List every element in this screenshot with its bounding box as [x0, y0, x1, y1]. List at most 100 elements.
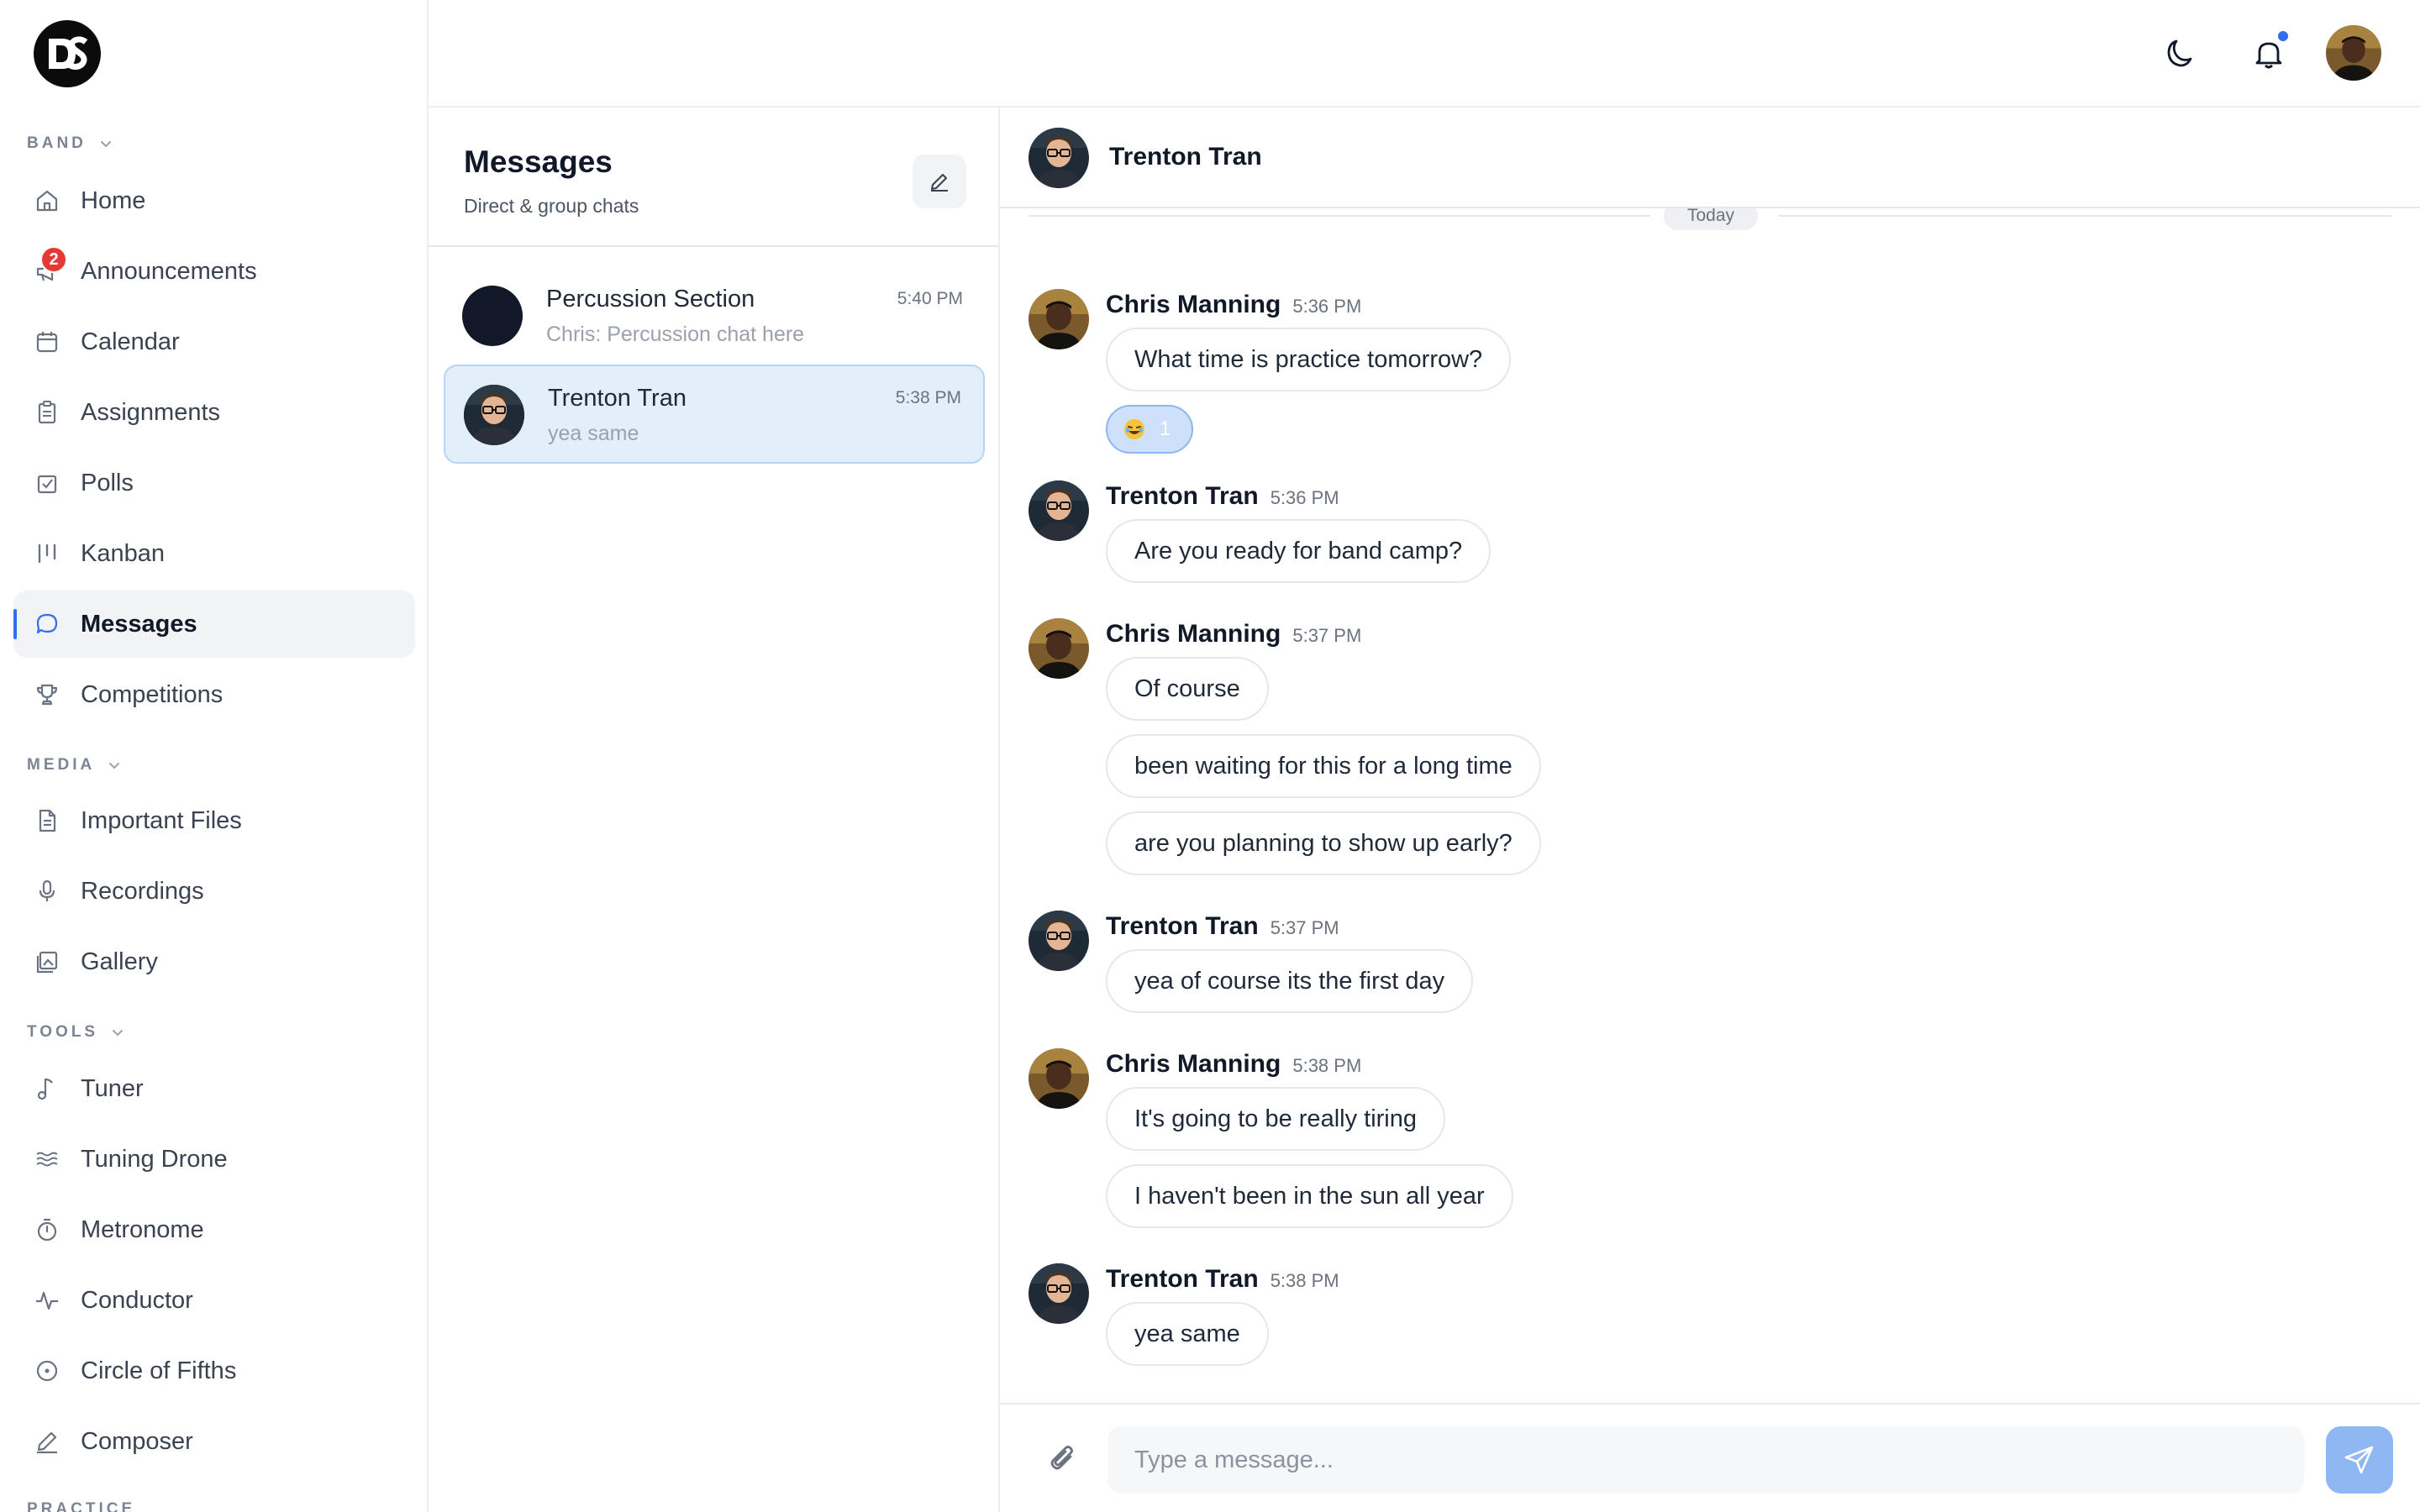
sidebar-item-competitions[interactable]: Competitions — [13, 661, 415, 728]
sidebar-item-assignments[interactable]: Assignments — [13, 379, 415, 446]
sidebar-item-label: Messages — [81, 610, 197, 638]
sidebar-item-tuner[interactable]: Tuner — [13, 1055, 415, 1122]
avatar — [1028, 289, 1089, 349]
sidebar-item-label: Home — [81, 186, 146, 214]
conversation-list: Messages Direct & group chats Percussion… — [429, 108, 1000, 1512]
sidebar-item-tuning-drone[interactable]: Tuning Drone — [13, 1126, 415, 1193]
sidebar-item-circle-of-fifths[interactable]: Circle of Fifths — [13, 1337, 415, 1404]
message-bubble[interactable]: yea same — [1106, 1302, 1269, 1366]
conversation-item-trenton-tran[interactable]: Trenton Tran yea same 5:38 PM — [444, 365, 985, 464]
chat-panel: Today Chris Manning 5:36 PM What time is … — [1000, 108, 2420, 1512]
sidebar-item-label: Important Files — [81, 806, 242, 834]
avatar — [1028, 1048, 1089, 1109]
message-bubble[interactable]: Of course — [1106, 657, 1269, 721]
sidebar-item-label: Recordings — [81, 877, 204, 905]
chat-bubble-icon — [36, 613, 58, 634]
moon-icon[interactable] — [2161, 34, 2202, 74]
conversation-name: Percussion Section — [546, 286, 755, 312]
contact-avatar[interactable] — [1028, 128, 1089, 188]
message-author: Trenton Tran 5:37 PM — [1106, 912, 1339, 941]
sidebar-item-label: Composer — [81, 1427, 193, 1455]
section-label-band[interactable]: BAND — [27, 134, 113, 153]
calendar-icon — [36, 332, 58, 353]
chat-header: Trenton Tran — [1000, 108, 2420, 208]
message-time: 5:37 PM — [1270, 917, 1339, 938]
app-logo[interactable] — [34, 20, 101, 87]
message-author: Trenton Tran 5:38 PM — [1106, 1265, 1339, 1294]
sidebar-item-label: Gallery — [81, 948, 158, 975]
conversation-preview: Chris: Percussion chat here — [546, 323, 805, 346]
paperclip-icon[interactable] — [1044, 1440, 1084, 1480]
message-author: Chris Manning 5:38 PM — [1106, 1050, 1361, 1079]
trophy-icon — [36, 684, 58, 706]
conversation-list-header: Messages Direct & group chats — [429, 108, 998, 247]
message-bubble[interactable]: are you planning to show up early? — [1106, 811, 1541, 875]
message-bubble[interactable]: been waiting for this for a long time — [1106, 734, 1541, 798]
sidebar-item-messages[interactable]: Messages — [13, 591, 415, 658]
sidebar-item-announcements[interactable]: 2 Announcements — [13, 238, 415, 305]
sidebar-item-label: Competitions — [81, 680, 224, 708]
sidebar-item-composer[interactable]: Composer — [13, 1408, 415, 1475]
conversation-item-percussion-section[interactable]: Percussion Section Chris: Percussion cha… — [444, 267, 985, 366]
section-label-text: BAND — [27, 134, 87, 152]
section-label-text: PRACTICE — [27, 1500, 136, 1512]
edit-icon — [931, 174, 948, 192]
conversation-time: 5:38 PM — [895, 388, 961, 407]
message-input[interactable] — [1107, 1426, 2304, 1494]
reaction-count: 1 — [1160, 417, 1171, 440]
message-bubble[interactable]: Are you ready for band camp? — [1106, 519, 1491, 583]
home-icon — [36, 190, 58, 212]
sidebar-item-metronome[interactable]: Metronome — [13, 1196, 415, 1263]
send-button[interactable] — [2326, 1426, 2393, 1494]
sidebar-item-important-files[interactable]: Important Files — [13, 787, 415, 854]
kanban-icon — [38, 543, 56, 564]
conversation-preview: yea same — [548, 422, 639, 445]
new-message-button[interactable] — [913, 155, 966, 208]
message-bubble[interactable]: What time is practice tomorrow? — [1106, 328, 1512, 391]
author-name: Trenton Tran — [1106, 482, 1259, 510]
message-author: Chris Manning 5:36 PM — [1106, 291, 1361, 319]
message-bubble[interactable]: It's going to be really tiring — [1106, 1087, 1445, 1151]
sidebar-item-kanban[interactable]: Kanban — [13, 520, 415, 587]
sidebar-item-conductor[interactable]: Conductor — [13, 1267, 415, 1334]
message-bubble[interactable]: yea of course its the first day — [1106, 949, 1474, 1013]
avatar — [1028, 1263, 1089, 1324]
message-time: 5:38 PM — [1270, 1270, 1339, 1291]
section-label-tools[interactable]: TOOLS — [27, 1023, 125, 1042]
user-avatar[interactable] — [2326, 25, 2381, 81]
message-composer — [1000, 1403, 2420, 1512]
sidebar-item-recordings[interactable]: Recordings — [13, 858, 415, 925]
section-label-text: MEDIA — [27, 756, 96, 774]
message-time: 5:38 PM — [1292, 1055, 1362, 1076]
waves-icon — [36, 1152, 58, 1167]
author-name: Chris Manning — [1106, 1050, 1281, 1078]
sidebar-item-calendar[interactable]: Calendar — [13, 308, 415, 375]
author-name: Trenton Tran — [1106, 912, 1259, 940]
microphone-icon — [39, 879, 55, 901]
sidebar-item-label: Announcements — [81, 257, 257, 285]
sidebar-item-home[interactable]: Home — [13, 167, 415, 234]
sidebar-item-label: Tuning Drone — [81, 1145, 228, 1173]
sidebar-item-label: Circle of Fifths — [81, 1357, 237, 1384]
sidebar-item-label: Assignments — [81, 398, 221, 426]
sidebar-item-gallery[interactable]: Gallery — [13, 928, 415, 995]
timer-icon — [37, 1218, 57, 1242]
section-label-practice[interactable]: PRACTICE — [27, 1500, 135, 1512]
section-label-media[interactable]: MEDIA — [27, 756, 122, 774]
message-bubble[interactable]: I haven't been in the sun all year — [1106, 1164, 1513, 1228]
document-icon — [39, 809, 56, 832]
notification-dot — [2275, 29, 2291, 44]
group-avatar — [462, 286, 523, 346]
notification-badge: 2 — [40, 246, 67, 273]
sidebar-item-label: Conductor — [81, 1286, 193, 1314]
author-name: Chris Manning — [1106, 620, 1281, 648]
sidebar-item-polls[interactable]: Polls — [13, 449, 415, 517]
author-name: Trenton Tran — [1106, 1265, 1259, 1293]
contact-name[interactable]: Trenton Tran — [1109, 143, 1262, 171]
sidebar-item-label: Kanban — [81, 539, 165, 567]
conversation-time: 5:40 PM — [897, 289, 963, 308]
page-title: Messages — [464, 144, 613, 179]
message-time: 5:37 PM — [1292, 625, 1362, 646]
avatar — [1028, 480, 1089, 541]
reaction-chip[interactable]: 1 — [1106, 405, 1193, 454]
